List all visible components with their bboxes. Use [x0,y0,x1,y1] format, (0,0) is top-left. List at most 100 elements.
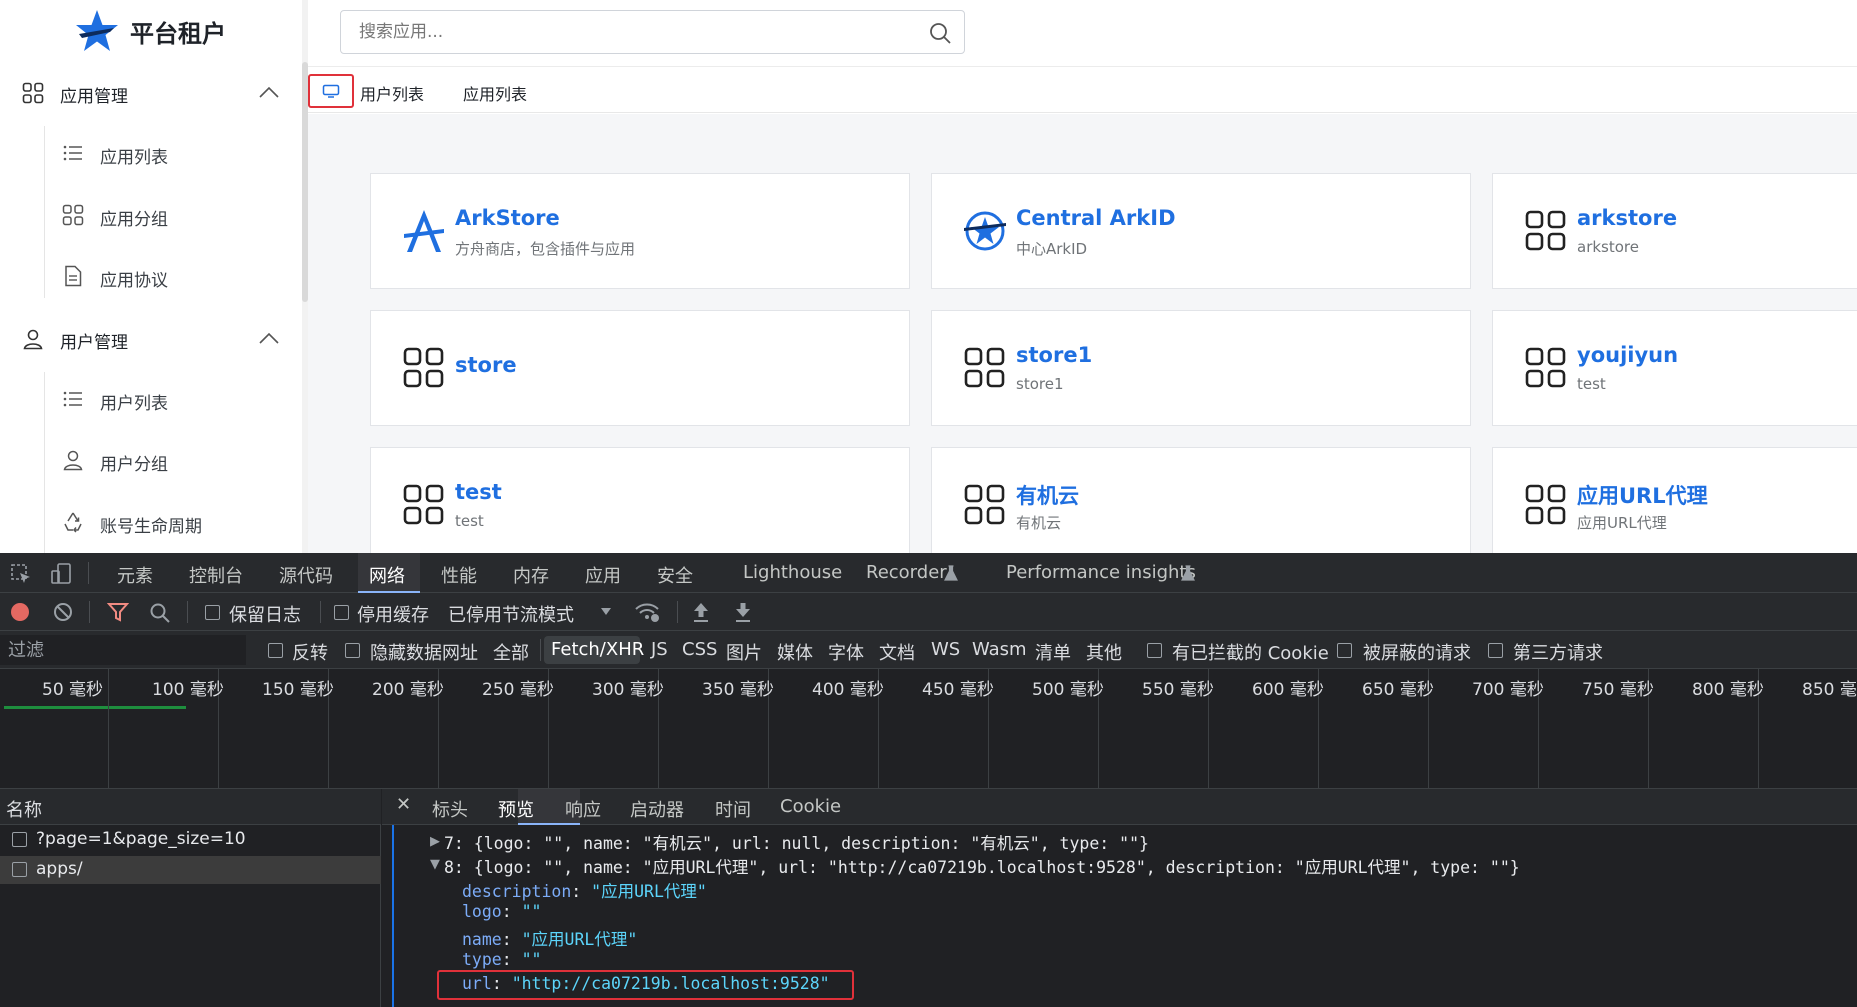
tab-user-list[interactable]: 用户列表 [360,81,424,105]
timeline-overview[interactable]: 50 毫秒 100 毫秒 150 毫秒 200 毫秒 250 毫秒 300 毫秒 350 毫… [0,669,1857,789]
preserve-log-checkbox[interactable] [205,605,220,620]
tab-recorder[interactable]: Recorder [866,562,947,583]
json-field-logo[interactable]: logo: "" [462,902,542,921]
tab-security[interactable]: 安全 [657,562,693,588]
app-card-youjiyun-cn[interactable]: 有机云 有机云 [931,447,1471,553]
clear-icon[interactable] [53,602,73,622]
dropdown-arrow-icon[interactable] [600,607,612,616]
chevron-up-icon[interactable] [258,85,280,99]
app-name: test [455,480,502,504]
tab-cookies[interactable]: Cookie [780,796,841,817]
app-description: 应用URL代理 [1577,514,1667,532]
search-icon[interactable] [928,21,952,45]
json-field-name[interactable]: name: "应用URL代理" [462,926,637,950]
hide-data-urls-checkbox[interactable] [345,643,360,658]
separator [320,601,321,623]
request-checkbox[interactable] [12,832,27,847]
tab-preview[interactable]: 预览 [498,796,534,822]
tab-memory[interactable]: 内存 [513,562,549,588]
tab-response[interactable]: 响应 [565,796,601,822]
throttling-select[interactable]: 已停用节流模式 [448,601,574,627]
filter-type-wasm[interactable]: Wasm [972,639,1027,660]
tab-app-list[interactable]: 应用列表 [463,81,527,105]
sidebar-item-app-protocol[interactable]: 应用协议 [52,254,292,298]
timeline-tick-label: 200 毫秒 [372,680,444,700]
sidebar-item-user-list[interactable]: 用户列表 [52,377,292,421]
blocked-cookies-checkbox[interactable] [1147,643,1162,658]
sidebar-item-app-list[interactable]: 应用列表 [52,131,292,175]
filter-type-img[interactable]: 图片 [726,639,762,665]
search-box[interactable] [340,10,965,54]
search-icon[interactable] [149,602,171,624]
app-name: store [455,353,517,377]
filter-type-font[interactable]: 字体 [828,639,864,665]
request-row-selected[interactable]: apps/ [0,856,381,884]
device-toolbar-icon[interactable] [50,562,72,586]
filter-icon[interactable] [107,602,129,622]
app-card-store1[interactable]: store1 store1 [931,310,1471,426]
filter-type-manifest[interactable]: 清单 [1035,639,1071,665]
app-card-store[interactable]: store [370,310,910,426]
tab-initiator[interactable]: 启动器 [630,796,684,822]
json-field-description[interactable]: description: "应用URL代理" [462,878,707,902]
import-har-icon[interactable] [691,601,711,623]
filter-type-other[interactable]: 其他 [1086,639,1122,665]
sidebar-item-account-lifecycle[interactable]: 账号生命周期 [52,500,292,544]
filter-type-css[interactable]: CSS [682,639,717,660]
apps-grid-icon [22,82,44,104]
filter-type-media[interactable]: 媒体 [777,639,813,665]
filter-type-all[interactable]: 全部 [493,639,529,665]
disable-cache-checkbox[interactable] [334,605,349,620]
filter-input[interactable] [0,635,246,665]
collapse-triangle-icon[interactable]: ▼ [430,854,440,873]
sidebar-item-app-group[interactable]: 应用分组 [52,193,292,237]
blocked-requests-label: 被屏蔽的请求 [1363,643,1471,664]
request-checkbox[interactable] [12,862,27,877]
invert-checkbox[interactable] [268,643,283,658]
tab-timing[interactable]: 时间 [715,796,751,822]
app-card-url-proxy[interactable]: 应用URL代理 应用URL代理 [1492,447,1857,553]
tab-network[interactable]: 网络 [369,562,405,588]
app-description: 中心ArkID [1016,240,1088,258]
inspect-element-icon[interactable] [10,563,32,585]
json-row-8[interactable]: 8: {logo: "", name: "应用URL代理", url: "htt… [444,854,1520,878]
app-card-arkstore-lower[interactable]: arkstore arkstore [1492,173,1857,289]
name-column-header[interactable]: 名称 [6,796,42,822]
menu-group-app-management[interactable]: 应用管理 [0,71,300,115]
tab-performance-insights[interactable]: Performance insights [1006,562,1196,583]
app-description: arkstore [1577,238,1639,256]
json-row-7[interactable]: 7: {logo: "", name: "有机云", url: null, de… [444,830,1149,854]
third-party-checkbox[interactable] [1488,643,1503,658]
json-field-type[interactable]: type: "" [462,950,542,969]
blocked-requests-checkbox[interactable] [1337,643,1352,658]
tab-console[interactable]: 控制台 [189,562,243,588]
request-row[interactable]: ?page=1&page_size=10 [0,826,381,854]
app-card-test[interactable]: test test [370,447,910,553]
timeline-tick-label: 300 毫秒 [592,680,664,700]
filter-type-doc[interactable]: 文档 [879,639,915,665]
tab-lighthouse[interactable]: Lighthouse [743,562,842,583]
tab-home-button[interactable] [308,74,354,108]
filter-type-js[interactable]: JS [651,639,668,660]
tab-elements[interactable]: 元素 [117,562,153,588]
close-icon[interactable]: ✕ [396,794,411,815]
tab-headers[interactable]: 标头 [432,796,468,822]
tab-sources[interactable]: 源代码 [279,562,333,588]
filter-type-fetch-xhr[interactable]: Fetch/XHR [551,639,644,660]
sidebar-item-user-group[interactable]: 用户分组 [52,438,292,482]
app-card-arkstore[interactable]: ArkStore 方舟商店，包含插件与应用 [370,173,910,289]
app-card-central-arkid[interactable]: Central ArkID 中心ArkID [931,173,1471,289]
expand-triangle-icon[interactable]: ▶ [430,831,440,850]
app-card-youjiyun[interactable]: youjiyun test [1492,310,1857,426]
menu-group-user-management[interactable]: 用户管理 [0,317,300,361]
search-input[interactable] [359,20,899,44]
tab-performance[interactable]: 性能 [441,562,477,588]
network-conditions-icon[interactable] [634,601,660,623]
app-name: 有机云 [1016,484,1079,508]
record-stop-icon[interactable] [10,602,30,622]
filter-type-ws[interactable]: WS [931,639,960,660]
tab-application[interactable]: 应用 [585,562,621,588]
chevron-up-icon[interactable] [258,331,280,345]
export-har-icon[interactable] [733,601,753,623]
timeline-tick-label: 50 毫秒 [42,680,104,700]
